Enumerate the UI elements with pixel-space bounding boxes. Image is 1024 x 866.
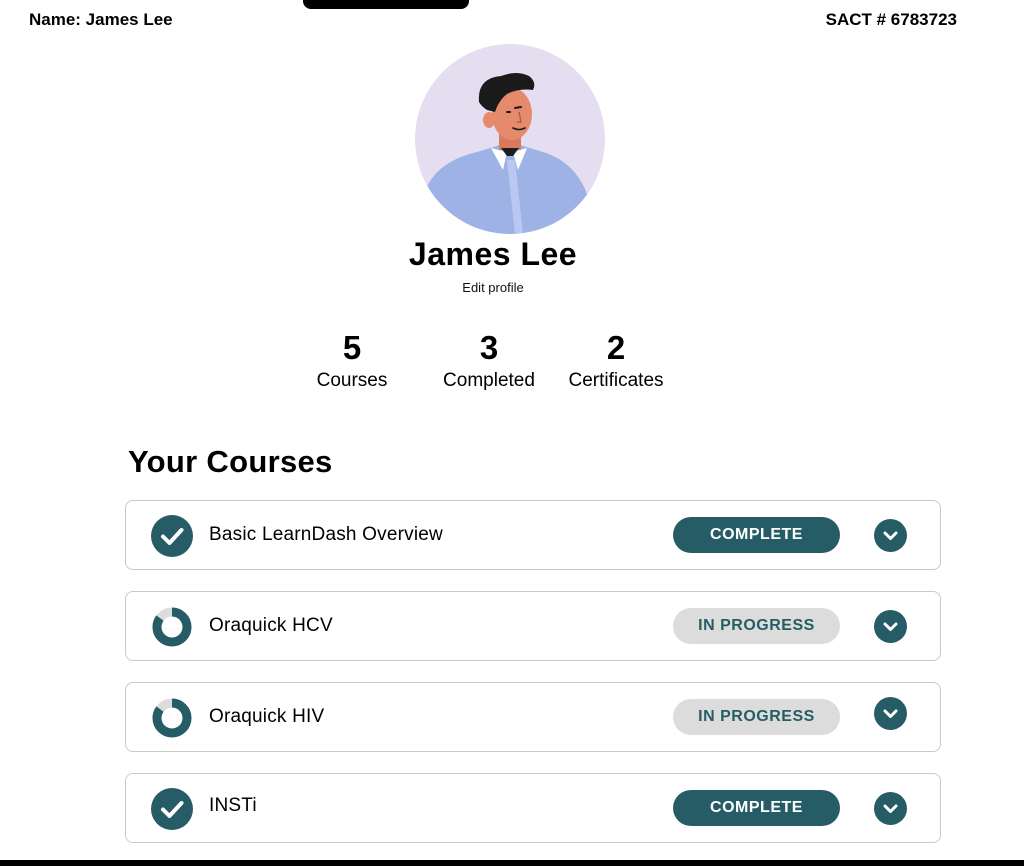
progress-ring-icon	[151, 606, 193, 648]
avatar-illustration-icon	[415, 73, 595, 234]
course-title[interactable]: Oraquick HCV	[209, 592, 333, 660]
course-title[interactable]: Oraquick HIV	[209, 683, 324, 751]
expand-course-button[interactable]	[874, 519, 907, 552]
stat-certificates-label: Certificates	[568, 370, 664, 391]
chevron-down-icon	[883, 804, 898, 813]
stat-courses: 5 Courses	[302, 328, 402, 394]
course-card[interactable]: Oraquick HIV IN PROGRESS	[125, 682, 941, 752]
profile-avatar	[415, 44, 605, 234]
course-title[interactable]: Basic LearnDash Overview	[209, 501, 443, 569]
stat-certificates-value: 2	[606, 329, 626, 366]
complete-check-icon	[151, 788, 193, 830]
stat-courses-label: Courses	[316, 370, 388, 391]
chevron-down-icon	[883, 709, 898, 718]
course-card[interactable]: Basic LearnDash Overview COMPLETE	[125, 500, 941, 570]
status-badge: IN PROGRESS	[673, 699, 840, 735]
profile-name: James Lee	[408, 236, 578, 272]
stat-completed-label: Completed	[443, 370, 535, 391]
your-courses-heading: Your Courses	[128, 444, 333, 479]
stat-completed: 3 Completed	[432, 328, 546, 394]
bottom-edge	[0, 860, 1024, 866]
stat-courses-value: 5	[342, 329, 362, 366]
device-notch	[303, 0, 469, 9]
expand-course-button[interactable]	[874, 697, 907, 730]
course-card[interactable]: INSTi COMPLETE	[125, 773, 941, 843]
status-badge: IN PROGRESS	[673, 608, 840, 644]
stat-certificates: 2 Certificates	[556, 328, 676, 394]
expand-course-button[interactable]	[874, 792, 907, 825]
course-title[interactable]: INSTi	[209, 772, 257, 840]
status-badge: COMPLETE	[673, 517, 840, 553]
complete-check-icon	[151, 515, 193, 557]
edit-profile-link[interactable]: Edit profile	[0, 280, 986, 295]
expand-course-button[interactable]	[874, 610, 907, 643]
course-card[interactable]: Oraquick HCV IN PROGRESS	[125, 591, 941, 661]
chevron-down-icon	[883, 531, 898, 540]
progress-ring-icon	[151, 697, 193, 739]
stat-completed-value: 3	[479, 329, 499, 366]
chevron-down-icon	[883, 622, 898, 631]
student-name-label: Name: James Lee	[29, 10, 173, 29]
status-badge: COMPLETE	[673, 790, 840, 826]
sact-number-label: SACT # 6783723	[825, 10, 957, 29]
